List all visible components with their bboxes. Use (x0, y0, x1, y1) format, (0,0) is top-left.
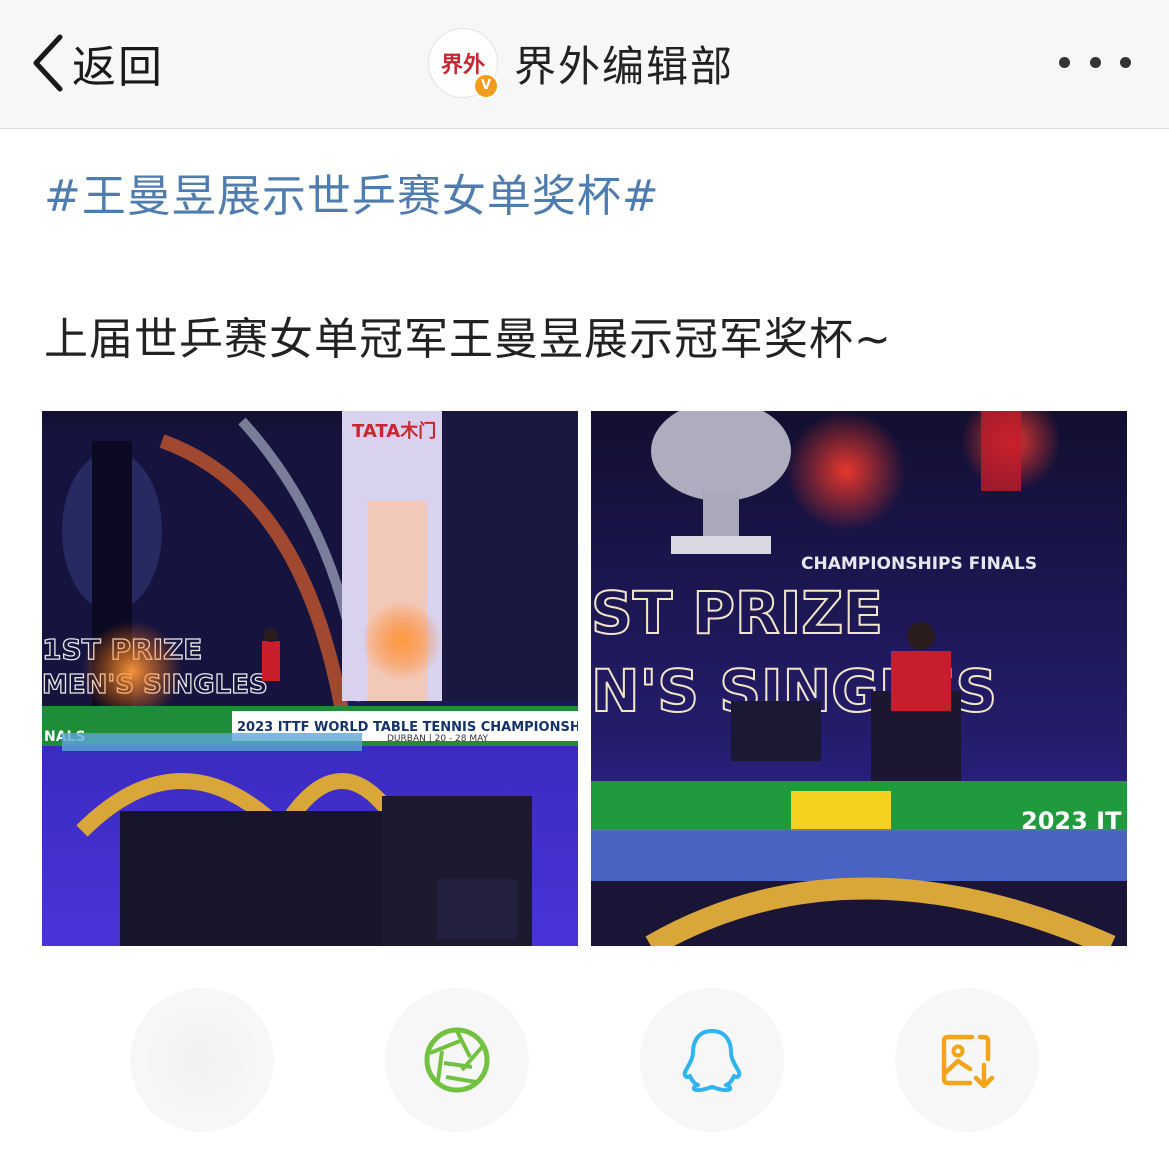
save-image-icon (941, 1034, 995, 1089)
blurred-icon (147, 1005, 257, 1115)
account-header[interactable]: 界外 V 界外编辑部 (428, 26, 734, 100)
top-nav-bar: 返回 界外 V 界外编辑部 (0, 0, 1169, 129)
account-name[interactable]: 界外编辑部 (514, 33, 734, 94)
share-blurred-button[interactable] (130, 988, 274, 1132)
chevron-left-icon (33, 34, 63, 92)
photo-2-scene: CHAMPIONSHIPS FINALS ST PRIZE N'S SINGLE… (591, 411, 1127, 946)
photo-1-sub-banner: DURBAN | 20 - 28 MAY (387, 734, 489, 744)
share-qq-button[interactable] (640, 988, 784, 1132)
moments-icon (424, 1027, 490, 1093)
photo-1-scene: 1ST PRIZE MEN'S SINGLES TATA木门 2023 ITTF… (42, 411, 578, 946)
avatar[interactable]: 界外 V (428, 28, 499, 99)
save-image-button[interactable] (895, 988, 1039, 1132)
back-label: 返回 (72, 42, 164, 93)
back-button[interactable]: 返回 (30, 30, 164, 96)
more-dot-icon (1120, 56, 1131, 68)
share-moments-button[interactable] (385, 988, 529, 1132)
more-dot-icon (1089, 56, 1101, 68)
verified-badge: V (473, 73, 499, 99)
post-photo-2[interactable]: CHAMPIONSHIPS FINALS ST PRIZE N'S SINGLE… (591, 411, 1127, 946)
photo-1-sponsor: TATA木门 (352, 420, 436, 442)
post-photo-1[interactable]: 1ST PRIZE MEN'S SINGLES TATA木门 2023 ITTF… (42, 411, 578, 946)
photo-2-screen-prize: ST PRIZE (591, 579, 883, 647)
topic-hashtag-link[interactable]: #王曼昱展示世乒赛女单奖杯# (44, 160, 660, 224)
more-dot-icon (1059, 56, 1070, 68)
qq-icon (682, 1029, 742, 1093)
photo-2-screen-top: CHAMPIONSHIPS FINALS (801, 554, 1037, 574)
more-options-button[interactable] (1059, 48, 1131, 76)
photo-1-banner: 2023 ITTF WORLD TABLE TENNIS CHAMPIONSHI… (237, 720, 578, 735)
post-text: 上届世乒赛女单冠军王曼昱展示冠军奖杯~ (44, 314, 892, 365)
